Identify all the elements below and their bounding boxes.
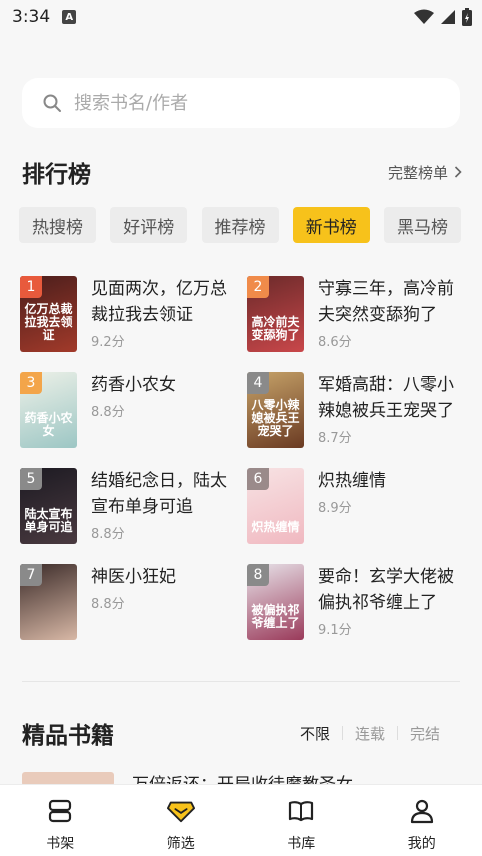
book-info: 军婚高甜：八零小辣媳被兵王宠哭了 8.7分 (318, 372, 464, 448)
search-icon (43, 94, 61, 112)
nav-profile[interactable]: 我的 (362, 785, 482, 856)
book-title: 军婚高甜：八零小辣媳被兵王宠哭了 (318, 375, 454, 421)
book-title: 守寡三年，高冷前夫突然变舔狗了 (318, 279, 454, 325)
battery-icon (462, 8, 472, 26)
cover-title: 高冷前夫变舔狗了 (251, 315, 300, 342)
book-item[interactable]: 7 神医小狂妃 8.8分 (20, 564, 247, 640)
book-title: 神医小狂妃 (91, 567, 176, 587)
cover-title: 八零小辣媳被兵王宠哭了 (251, 398, 300, 438)
book-score: 8.9分 (318, 501, 352, 516)
book-info: 炽热缠情 8.9分 (318, 468, 464, 544)
nav-label: 筛选 (166, 836, 195, 852)
book-info: 结婚纪念日，陆太宣布单身可追 8.8分 (91, 468, 237, 544)
book-score: 8.8分 (91, 597, 125, 612)
book-title: 要命！玄学大佬被偏执祁爷缠上了 (318, 567, 454, 613)
book-cover: 8 被偏执祁爷缠上了 (247, 564, 304, 640)
rank-badge: 5 (20, 468, 42, 490)
cover-title: 陆太宣布单身可追 (24, 507, 73, 534)
book-cover: 6 炽热缠情 (247, 468, 304, 544)
chevron-right-icon (454, 166, 462, 178)
book-title: 见面两次，亿万总裁拉我去领证 (91, 279, 227, 325)
filter-separator (341, 726, 343, 740)
book-info: 神医小狂妃 8.8分 (91, 564, 237, 640)
status-filters: 不限 连载 完结 (300, 723, 440, 744)
nav-library[interactable]: 书库 (241, 785, 362, 856)
filter-diamond-icon (166, 797, 195, 825)
book-item[interactable]: 6 炽热缠情 炽热缠情 8.9分 (247, 468, 466, 544)
tab-recommended[interactable]: 推荐榜 (201, 207, 279, 243)
nav-filter[interactable]: 筛选 (121, 785, 242, 856)
full-list-link[interactable]: 完整榜单 (388, 162, 462, 183)
wifi-icon (414, 9, 434, 24)
filter-completed[interactable]: 完结 (410, 723, 440, 744)
status-time: 3:34 (12, 7, 51, 27)
search-bar[interactable] (22, 78, 460, 128)
book-cover: 3 药香小农女 (20, 372, 77, 448)
tab-new-books[interactable]: 新书榜 (292, 207, 370, 243)
book-cover: 1 亿万总裁拉我去领证 (20, 276, 77, 352)
book-item[interactable]: 8 被偏执祁爷缠上了 要命！玄学大佬被偏执祁爷缠上了 9.1分 (247, 564, 466, 640)
bookshelf-icon (46, 797, 74, 825)
filter-all[interactable]: 不限 (300, 723, 330, 744)
book-item[interactable]: 3 药香小农女 药香小农女 8.8分 (20, 372, 247, 448)
rank-badge: 1 (20, 276, 42, 298)
rank-badge: 2 (247, 276, 269, 298)
rank-badge: 6 (247, 468, 269, 490)
quality-header: 精品书籍 不限 连载 完结 (22, 716, 440, 750)
status-bar: 3:34 A (0, 0, 482, 34)
book-info: 要命！玄学大佬被偏执祁爷缠上了 9.1分 (318, 564, 464, 640)
book-score: 8.7分 (318, 431, 352, 446)
ranking-header: 排行榜 完整榜单 (22, 156, 462, 188)
ranking-book-list: 1 亿万总裁拉我去领证 见面两次，亿万总裁拉我去领证 9.2分 2 高冷前夫变舔… (20, 276, 466, 640)
nav-label: 书库 (287, 836, 316, 852)
status-icons (414, 8, 472, 26)
bottom-nav: 书架 筛选 书库 我的 (0, 784, 482, 856)
book-cover: 5 陆太宣布单身可追 (20, 468, 77, 544)
rank-badge: 8 (247, 564, 269, 586)
rank-badge: 7 (20, 564, 42, 586)
cover-title: 炽热缠情 (251, 520, 300, 534)
book-item[interactable]: 4 八零小辣媳被兵王宠哭了 军婚高甜：八零小辣媳被兵王宠哭了 8.7分 (247, 372, 466, 448)
book-score: 9.2分 (91, 335, 125, 350)
cover-title: 亿万总裁拉我去领证 (24, 302, 73, 342)
book-item[interactable]: 5 陆太宣布单身可追 结婚纪念日，陆太宣布单身可追 8.8分 (20, 468, 247, 544)
book-score: 8.8分 (91, 405, 125, 420)
filter-serializing[interactable]: 连载 (355, 723, 385, 744)
open-book-icon (287, 797, 315, 825)
book-cover: 7 (20, 564, 77, 640)
section-divider (22, 681, 460, 682)
rank-badge: 4 (247, 372, 269, 394)
nav-label: 书架 (46, 836, 75, 852)
nav-label: 我的 (407, 836, 436, 852)
book-item[interactable]: 1 亿万总裁拉我去领证 见面两次，亿万总裁拉我去领证 9.2分 (20, 276, 247, 352)
quality-title: 精品书籍 (22, 723, 114, 749)
tab-dark-horse[interactable]: 黑马榜 (384, 207, 461, 243)
rank-badge: 3 (20, 372, 42, 394)
book-info: 药香小农女 8.8分 (91, 372, 237, 448)
nav-bookshelf[interactable]: 书架 (0, 785, 121, 856)
book-info: 守寡三年，高冷前夫突然变舔狗了 8.6分 (318, 276, 464, 352)
tab-top-rated[interactable]: 好评榜 (110, 207, 188, 243)
user-icon (408, 797, 436, 825)
tab-hot-search[interactable]: 热搜榜 (19, 207, 96, 243)
book-title: 药香小农女 (91, 375, 176, 395)
book-cover: 4 八零小辣媳被兵王宠哭了 (247, 372, 304, 448)
book-cover: 2 高冷前夫变舔狗了 (247, 276, 304, 352)
cover-title: 被偏执祁爷缠上了 (251, 603, 300, 630)
notification-icon: A (62, 10, 77, 24)
book-score: 8.8分 (91, 527, 125, 542)
search-input[interactable] (74, 92, 414, 114)
full-list-label: 完整榜单 (387, 163, 448, 182)
ranking-title: 排行榜 (22, 162, 91, 188)
book-item[interactable]: 2 高冷前夫变舔狗了 守寡三年，高冷前夫突然变舔狗了 8.6分 (247, 276, 466, 352)
filter-separator (396, 726, 398, 740)
book-title: 炽热缠情 (318, 471, 386, 491)
signal-icon (441, 10, 455, 24)
cover-title: 药香小农女 (24, 411, 73, 438)
book-info: 见面两次，亿万总裁拉我去领证 9.2分 (91, 276, 237, 352)
book-title: 结婚纪念日，陆太宣布单身可追 (91, 471, 227, 517)
ranking-tabs: 热搜榜 好评榜 推荐榜 新书榜 黑马榜 (19, 207, 461, 243)
book-score: 8.6分 (318, 335, 352, 350)
book-score: 9.1分 (318, 623, 352, 638)
